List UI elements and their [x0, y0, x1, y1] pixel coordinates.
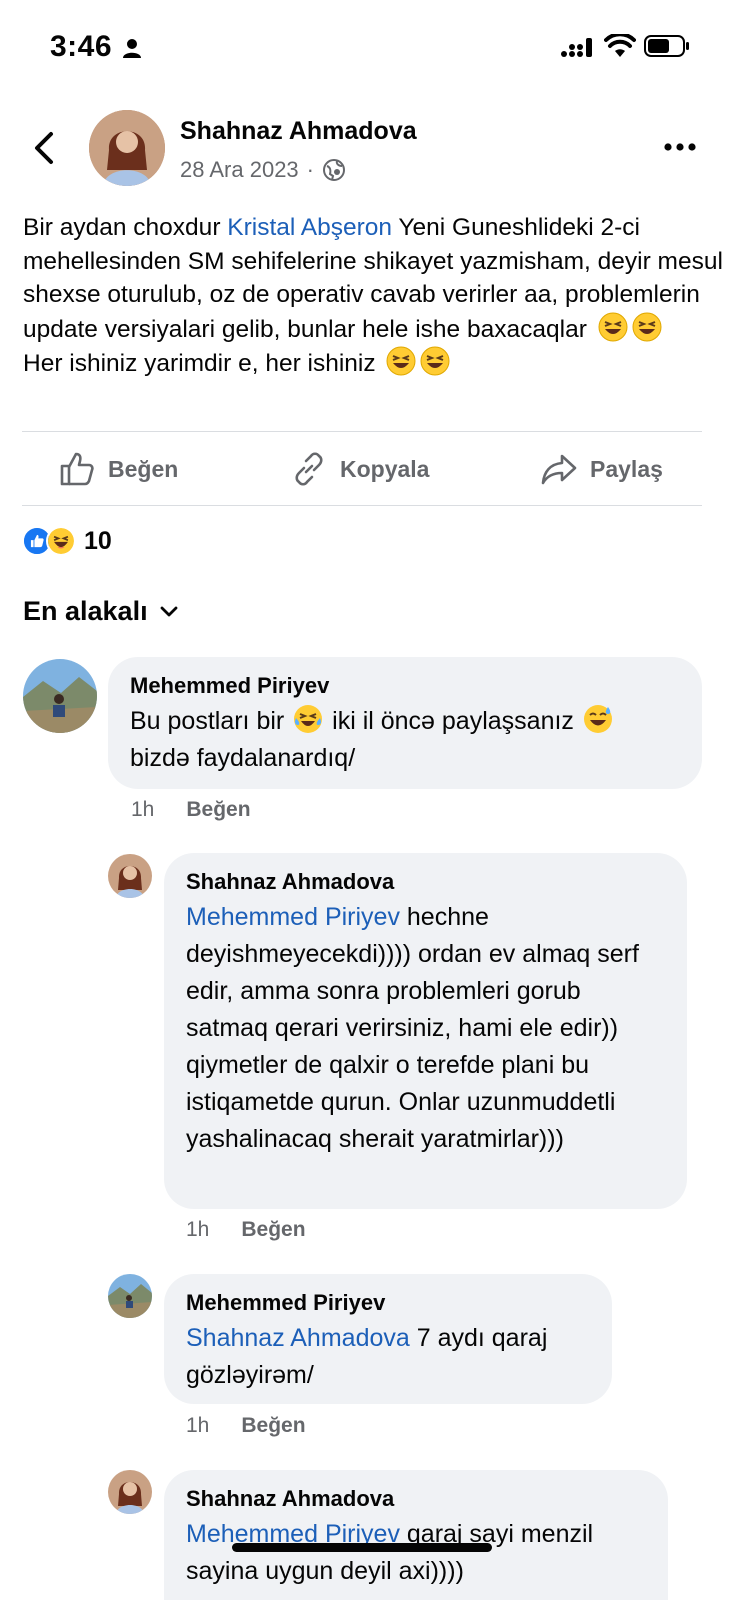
comment-text: Mehemmed Piriyev hechne deyishmeyecekdi)…	[186, 899, 665, 1158]
person-icon	[123, 39, 141, 58]
reaction-count: 10	[84, 526, 112, 555]
comment-bubble[interactable]: Shahnaz Ahmadova Mehemmed Piriyev hechne…	[164, 853, 687, 1209]
divider	[22, 505, 702, 506]
divider	[22, 431, 702, 432]
sweat-smile-emoji-icon	[583, 705, 612, 733]
cellular-signal-icon	[561, 38, 592, 57]
comment-time: 1h	[131, 798, 155, 821]
like-button[interactable]: Beğen	[58, 446, 178, 492]
battery-icon	[644, 35, 689, 57]
comment-meta: 1h Beğen	[131, 798, 251, 822]
commenter-avatar[interactable]	[108, 854, 152, 898]
comment-sort-dropdown[interactable]: En alakalı	[23, 596, 178, 627]
comment-author[interactable]: Mehemmed Piriyev	[130, 673, 680, 699]
home-indicator[interactable]	[232, 1543, 492, 1552]
comment-time: 1h	[186, 1218, 210, 1241]
thumbs-up-icon	[60, 452, 94, 486]
comment-text-part: bizdə faydalanardıq/	[130, 744, 356, 772]
comment-like-button[interactable]: Beğen	[186, 798, 250, 822]
comment-meta: 1h Beğen	[186, 1414, 306, 1438]
comment-time: 1h	[186, 1414, 210, 1437]
comment-mention-link[interactable]: Shahnaz Ahmadova	[186, 1324, 410, 1352]
comment-author[interactable]: Shahnaz Ahmadova	[186, 1486, 646, 1512]
comment-text: Shahnaz Ahmadova 7 aydı qaraj gözləyirəm…	[186, 1320, 590, 1394]
share-arrow-icon	[541, 454, 577, 485]
share-button-label: Paylaş	[590, 455, 663, 482]
grinning-squinting-emoji-icon	[420, 346, 450, 376]
commenter-avatar[interactable]	[108, 1274, 152, 1318]
link-icon	[295, 452, 323, 486]
comment-text-part: hechne deyishmeyecekdi)))) ordan ev alma…	[186, 903, 639, 1153]
sort-label: En alakalı	[23, 596, 148, 626]
grinning-squinting-emoji-icon	[598, 312, 628, 341]
comment-bubble[interactable]: Mehemmed Piriyev Bu postları bir iki il …	[108, 657, 702, 789]
comment-text: Bu postları bir iki il öncə paylaşsanız …	[130, 703, 680, 777]
grinning-squinting-emoji-icon	[632, 312, 662, 341]
comment-like-button[interactable]: Beğen	[241, 1218, 305, 1242]
comment-text-part: iki il öncə paylaşsanız	[325, 707, 581, 735]
reactions-summary[interactable]: 10	[22, 526, 112, 556]
chevron-left-icon	[35, 132, 53, 164]
post-meta: 28 Ara 2023 ·	[180, 157, 346, 183]
post-date[interactable]: 28 Ara 2023	[180, 157, 299, 183]
post-text: Bir aydan choxdur Kristal Abşeron Yeni G…	[23, 211, 723, 381]
comment-bubble[interactable]: Shahnaz Ahmadova Mehemmed Piriyev qaraj …	[164, 1470, 668, 1600]
post-action-bar: Beğen Kopyala Paylaş	[0, 446, 739, 492]
commenter-avatar[interactable]	[23, 659, 97, 733]
comment-author[interactable]: Mehemmed Piriyev	[186, 1290, 590, 1316]
haha-reaction-icon	[46, 526, 76, 556]
post-mention-link[interactable]: Kristal Abşeron	[227, 214, 392, 241]
back-button[interactable]	[26, 126, 62, 170]
copy-button-label: Kopyala	[340, 455, 430, 482]
more-dots-icon	[664, 143, 696, 151]
grinning-squinting-emoji-icon	[386, 346, 416, 376]
globe-icon	[323, 159, 345, 181]
copy-link-button[interactable]: Kopyala	[290, 446, 429, 492]
share-button[interactable]: Paylaş	[540, 446, 663, 492]
comment-author[interactable]: Shahnaz Ahmadova	[186, 869, 665, 895]
tears-of-joy-emoji-icon	[294, 705, 323, 733]
comment-bubble[interactable]: Mehemmed Piriyev Shahnaz Ahmadova 7 aydı…	[164, 1274, 612, 1404]
comment-text-part: Bu postları bir	[130, 707, 292, 735]
post-text-part3: Her ishiniz yarimdir e, her ishiniz	[23, 350, 376, 377]
post-text-part1: Bir aydan choxdur	[23, 214, 228, 241]
comment-like-button[interactable]: Beğen	[241, 1414, 305, 1438]
more-options-button[interactable]	[660, 132, 700, 162]
wifi-icon	[604, 34, 636, 57]
status-time: 3:46	[50, 30, 113, 63]
comment-text: Mehemmed Piriyev qaraj sayi menzil sayin…	[186, 1516, 646, 1590]
post-author-name[interactable]: Shahnaz Ahmadova	[180, 117, 417, 146]
author-avatar[interactable]	[89, 110, 165, 186]
commenter-avatar[interactable]	[108, 1470, 152, 1514]
meta-separator: ·	[306, 157, 314, 182]
chevron-down-icon	[160, 606, 177, 616]
status-bar: 3:46	[0, 0, 739, 96]
comment-meta: 1h Beğen	[186, 1218, 306, 1242]
like-button-label: Beğen	[108, 455, 179, 482]
comment-mention-link[interactable]: Mehemmed Piriyev	[186, 903, 400, 931]
